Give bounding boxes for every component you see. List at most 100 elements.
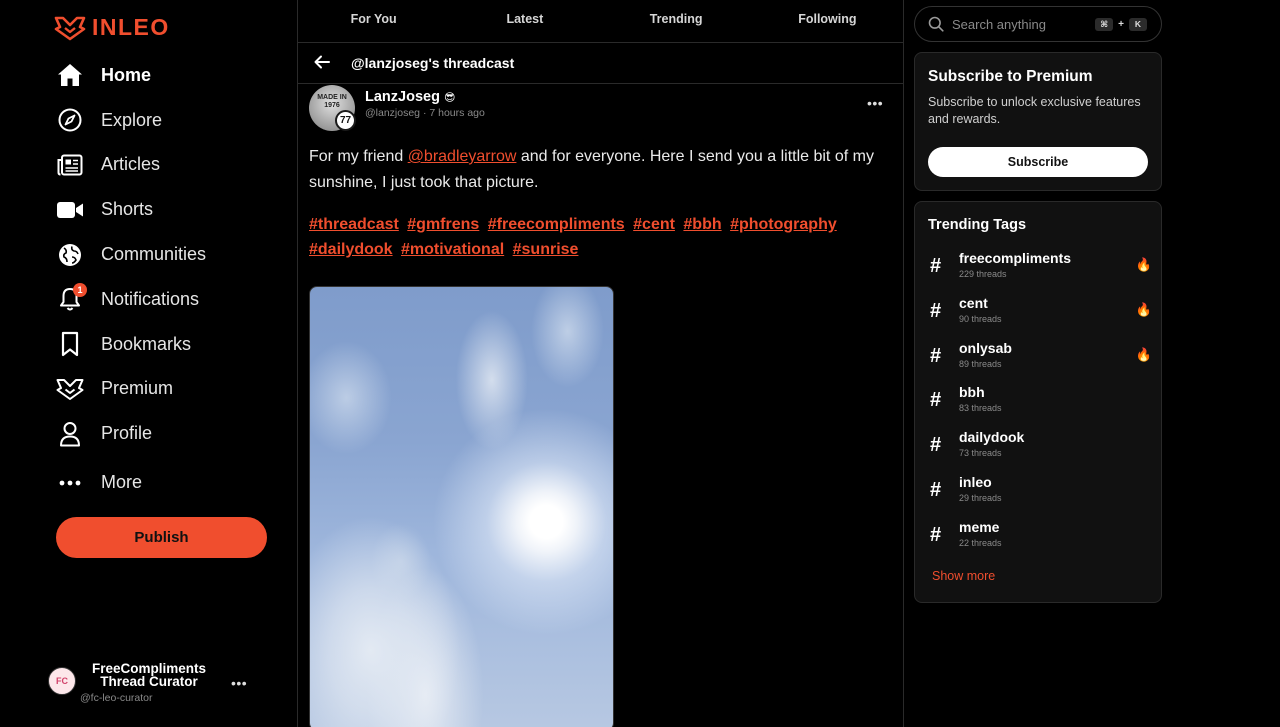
smiling-face-icon: 😎: [443, 91, 456, 104]
command-key: ⌘: [1095, 17, 1114, 31]
author-level-badge: 77: [335, 110, 356, 131]
post-text-before: For my friend: [309, 148, 408, 165]
nav-label-shorts: Shorts: [101, 199, 154, 220]
tab-for-you[interactable]: For You: [298, 0, 449, 42]
bookmark-icon: [56, 330, 84, 358]
author-handle[interactable]: @lanzjoseg: [365, 107, 420, 119]
hashtag-icon: #: [930, 434, 942, 457]
publish-button[interactable]: Publish: [56, 517, 267, 558]
inleo-logo[interactable]: INLEO: [54, 14, 170, 41]
nav-label-home: Home: [101, 64, 152, 85]
back-arrow-icon[interactable]: [314, 53, 336, 74]
post-text: For my friend @bradleyarrow and for ever…: [309, 144, 894, 196]
post-menu-icon[interactable]: •••: [867, 95, 883, 111]
newspaper-icon: [56, 151, 84, 179]
ellipsis-icon: [56, 469, 84, 497]
search-shortcut: ⌘ + K: [1095, 17, 1147, 31]
tag-link[interactable]: #motivational: [401, 241, 504, 258]
search-bar[interactable]: Search anything ⌘ + K: [914, 6, 1162, 42]
trending-tag-count: 83 threads: [959, 403, 1002, 414]
main-nav: Home Explore Articles Shorts Communities: [56, 53, 206, 505]
post-time: 7 hours ago: [429, 107, 485, 119]
notification-badge: 1: [73, 283, 87, 298]
fire-icon: 🔥: [1135, 257, 1152, 272]
avatar-caption: MADE IN 1976: [317, 94, 347, 109]
bell-icon: 1: [56, 283, 87, 313]
tag-link[interactable]: #bbh: [683, 216, 721, 233]
nav-item-explore[interactable]: Explore: [56, 98, 206, 143]
trending-tag-count: 89 threads: [959, 358, 1002, 369]
hashtag-icon: #: [930, 344, 942, 367]
shortcut-plus: +: [1118, 18, 1124, 30]
nav-label-articles: Articles: [101, 154, 161, 175]
tag-link[interactable]: #gmfrens: [407, 216, 479, 233]
nav-item-articles[interactable]: Articles: [56, 143, 206, 188]
nav-item-shorts[interactable]: Shorts: [56, 187, 206, 232]
nav-item-profile[interactable]: Profile: [56, 411, 206, 456]
premium-title: Subscribe to Premium: [928, 68, 1093, 85]
tab-trending[interactable]: Trending: [601, 0, 752, 42]
nav-item-bookmarks[interactable]: Bookmarks: [56, 322, 206, 367]
subscribe-button[interactable]: Subscribe: [928, 147, 1148, 177]
show-more-link[interactable]: Show more: [932, 569, 995, 583]
account-switcher[interactable]: FC FreeCompliments Thread Curator @fc-le…: [48, 661, 258, 707]
nav-label-explore: Explore: [101, 109, 163, 130]
account-menu-icon[interactable]: •••: [231, 675, 247, 691]
tag-link[interactable]: #sunrise: [513, 241, 579, 258]
tag-link[interactable]: #photography: [730, 216, 837, 233]
hashtag-icon: #: [930, 299, 942, 322]
inleo-lion-icon: [54, 16, 86, 40]
nav-item-notifications[interactable]: 1 Notifications: [56, 277, 206, 322]
author-name[interactable]: LanzJoseg 😎: [365, 89, 455, 105]
right-sidebar: Search anything ⌘ + K Subscribe to Premi…: [904, 0, 1280, 727]
compass-icon: [56, 106, 84, 134]
trending-tag-name: bbh: [959, 384, 985, 401]
trending-tag-name: meme: [959, 518, 1000, 535]
tab-following[interactable]: Following: [752, 0, 903, 42]
tab-latest[interactable]: Latest: [449, 0, 600, 42]
trending-list: # freecompliments 229 threads 🔥 # cent 9…: [928, 249, 1156, 563]
post-image-sky-sun[interactable]: [309, 286, 614, 727]
search-input[interactable]: Search anything: [952, 17, 1095, 32]
hashtag-icon: #: [930, 389, 942, 412]
trending-tags-card: Trending Tags # freecompliments 229 thre…: [914, 201, 1162, 603]
nav-item-more[interactable]: More: [56, 460, 206, 505]
user-icon: [56, 420, 84, 448]
premium-card: Subscribe to Premium Subscribe to unlock…: [914, 52, 1162, 191]
trending-tag-count: 229 threads: [959, 269, 1007, 279]
hashtag-icon: #: [930, 255, 942, 277]
nav-label-more: More: [101, 472, 143, 493]
account-name: FreeCompliments Thread Curator: [91, 661, 207, 689]
trending-tag-count: 29 threads: [959, 492, 1002, 503]
nav-label-profile: Profile: [101, 423, 153, 444]
main-feed: For You Latest Trending Following @lanzj…: [297, 0, 904, 727]
left-sidebar: INLEO Home Explore Articles Shorts Commu…: [0, 0, 297, 727]
nav-item-premium[interactable]: Premium: [56, 367, 206, 412]
trending-item[interactable]: # onlysab 89 threads 🔥: [928, 339, 1156, 384]
globe-icon: [56, 241, 84, 269]
mention-link[interactable]: @bradleyarrow: [408, 148, 517, 165]
trending-item[interactable]: # freecompliments 229 threads 🔥: [928, 249, 1156, 294]
hashtag-icon: #: [930, 523, 942, 546]
tag-link[interactable]: #threadcast: [309, 216, 399, 233]
trending-item[interactable]: # inleo 29 threads: [928, 473, 1156, 518]
trending-tag-count: 73 threads: [959, 448, 1002, 459]
nav-item-home[interactable]: Home: [56, 53, 206, 98]
search-icon: [928, 16, 944, 32]
trending-item[interactable]: # bbh 83 threads: [928, 383, 1156, 428]
author-name-text: LanzJoseg: [365, 89, 440, 105]
feed-tabs: For You Latest Trending Following: [298, 0, 903, 43]
tag-link[interactable]: #freecompliments: [488, 216, 625, 233]
tag-link[interactable]: #cent: [633, 216, 675, 233]
trending-tag-name: onlysab: [959, 339, 1012, 356]
hashtag-icon: #: [930, 478, 942, 501]
account-avatar: FC: [48, 667, 76, 695]
trending-item[interactable]: # dailydook 73 threads: [928, 428, 1156, 473]
trending-item[interactable]: # meme 22 threads: [928, 518, 1156, 563]
nav-item-communities[interactable]: Communities: [56, 232, 206, 277]
nav-label-bookmarks: Bookmarks: [101, 333, 192, 354]
fire-icon: 🔥: [1135, 301, 1152, 317]
tag-link[interactable]: #dailydook: [309, 241, 393, 258]
trending-item[interactable]: # cent 90 threads 🔥: [928, 294, 1156, 339]
premium-icon: [56, 375, 84, 403]
